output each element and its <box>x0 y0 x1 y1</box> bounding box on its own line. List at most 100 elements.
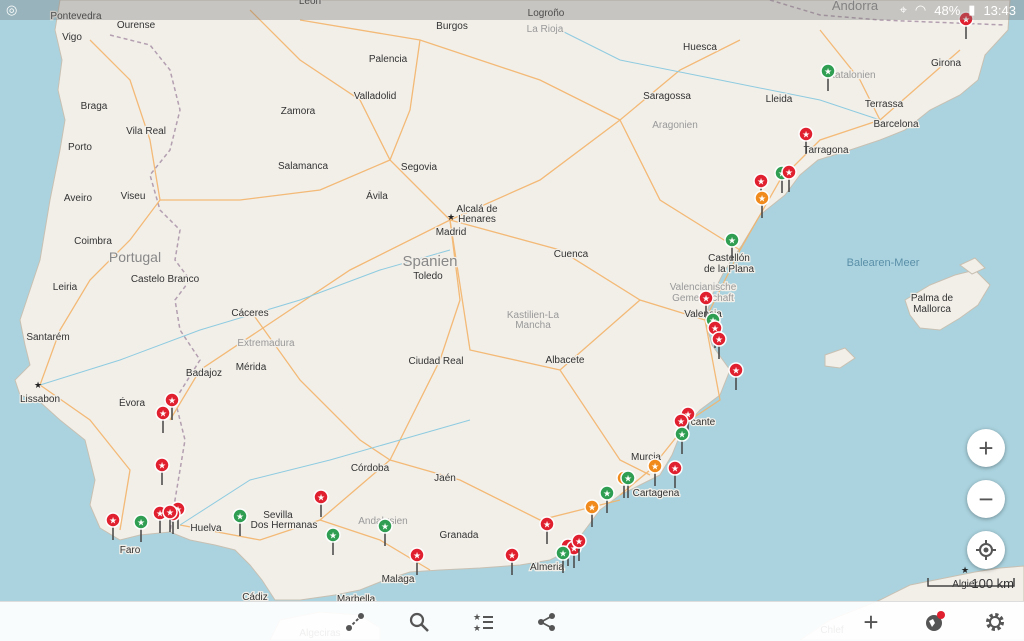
capital-marker-icon: ★ <box>34 380 42 390</box>
cartagena-label: Cartagena <box>633 488 680 499</box>
share-button[interactable] <box>534 609 560 635</box>
discover-button[interactable] <box>922 609 948 635</box>
vigo-label: Vigo <box>62 32 82 43</box>
palencia-label: Palencia <box>369 54 408 65</box>
route-button[interactable] <box>342 609 368 635</box>
braga-label: Braga <box>81 101 108 112</box>
cordoba-label: Córdoba <box>351 463 390 474</box>
star-icon: ★ <box>624 474 632 484</box>
star-icon: ★ <box>508 551 516 561</box>
malaga-label: Malaga <box>382 574 415 585</box>
zoom-out-button[interactable]: − <box>967 480 1005 518</box>
madrid-label: Madrid <box>436 227 467 238</box>
star-icon: ★ <box>166 508 174 518</box>
svg-text:★: ★ <box>473 612 481 622</box>
portugal-label: Portugal <box>109 249 161 265</box>
battery-level: 48% <box>934 2 961 18</box>
battery-icon: ▮ <box>968 2 976 17</box>
settings-icon <box>986 613 1004 631</box>
crosshair-icon <box>976 540 996 560</box>
my-location-button[interactable] <box>967 531 1005 569</box>
castelo-branco-label: Castelo Branco <box>131 274 200 285</box>
star-icon: ★ <box>677 417 685 427</box>
cuenca-label: Cuenca <box>554 249 589 260</box>
almeria-label: Almeria <box>530 562 564 573</box>
zoom-in-button[interactable]: + <box>967 429 1005 467</box>
star-icon: ★ <box>329 531 337 541</box>
star-icon: ★ <box>575 537 583 547</box>
palma2-label: Mallorca <box>913 304 951 315</box>
star-icon: ★ <box>732 366 740 376</box>
burgos-label: Burgos <box>436 21 468 32</box>
castellon1-label: Castellón <box>708 253 750 264</box>
star-icon: ★ <box>109 516 117 526</box>
star-icon: ★ <box>159 409 167 419</box>
sea-label: Balearen-Meer <box>847 257 920 269</box>
ourense-label: Ourense <box>117 20 156 31</box>
segovia-label: Segovia <box>401 162 438 173</box>
star-icon: ★ <box>137 518 145 528</box>
share-icon <box>538 613 555 631</box>
barcelona-label: Barcelona <box>873 119 918 130</box>
ciudad-real-label: Ciudad Real <box>408 356 463 367</box>
kastilien2-label: Mancha <box>515 320 551 331</box>
settings-button[interactable] <box>982 609 1008 635</box>
merida-label: Mérida <box>236 362 267 373</box>
map-view[interactable]: Portugal SpanienAndorraLa RiojaAragonienK… <box>0 0 1024 640</box>
extremadura-label: Extremadura <box>237 338 295 349</box>
star-icon: ★ <box>758 194 766 204</box>
spanien-label: Spanien <box>402 253 457 270</box>
route-icon <box>346 613 364 631</box>
star-icon: ★ <box>413 551 421 561</box>
caceres-label: Cáceres <box>231 308 268 319</box>
star-icon: ★ <box>381 522 389 532</box>
clock: 13:43 <box>983 2 1016 18</box>
wifi-icon: ◠ <box>914 2 927 17</box>
salamanca-label: Salamanca <box>278 161 328 172</box>
castellon2-label: de la Plana <box>704 264 754 275</box>
location-icon: ⌖ <box>899 2 907 17</box>
status-bar: ◎ ⌖ ◠ 48% ▮ 13:43 <box>0 0 1024 20</box>
star-icon: ★ <box>588 503 596 513</box>
add-button[interactable]: + <box>858 606 884 637</box>
viseu-label: Viseu <box>121 191 146 202</box>
bottom-toolbar: ★ ★ + <box>0 601 1024 641</box>
star-icon: ★ <box>702 294 710 304</box>
alicante-label: cante <box>691 417 716 428</box>
add-icon: + <box>863 606 879 637</box>
badajoz-label: Badajoz <box>186 368 222 379</box>
saragossa-label: Saragossa <box>643 91 691 102</box>
star-icon: ★ <box>168 396 176 406</box>
star-icon: ★ <box>158 461 166 471</box>
huelva-label: Huelva <box>190 523 222 534</box>
capital-marker-icon: ★ <box>447 212 455 222</box>
santarem-label: Santarém <box>26 332 69 343</box>
porto-label: Porto <box>68 142 92 153</box>
star-icon: ★ <box>785 168 793 178</box>
albacete-label: Albacete <box>546 355 585 366</box>
star-icon: ★ <box>559 549 567 559</box>
alcala2-label: Henares <box>458 214 496 225</box>
discover-icon <box>926 611 945 631</box>
evora-label: Évora <box>119 396 146 409</box>
zamora-label: Zamora <box>281 106 316 117</box>
star-icon: ★ <box>802 130 810 140</box>
map-scale-label: 100 km <box>971 576 1014 591</box>
tarragona-label: Tarragona <box>803 145 848 156</box>
star-icon: ★ <box>757 177 765 187</box>
granada-label: Granada <box>440 530 479 541</box>
bookmarks-button[interactable]: ★ ★ <box>470 609 496 635</box>
svg-text:★: ★ <box>473 623 481 633</box>
vila-real-label: Vila Real <box>126 126 166 137</box>
search-icon <box>409 612 429 632</box>
zoom-out-icon: − <box>978 483 994 514</box>
star-icon: ★ <box>728 236 736 246</box>
star-icon: ★ <box>317 493 325 503</box>
terrassa-label: Terrassa <box>865 99 904 110</box>
star-icon: ★ <box>671 464 679 474</box>
toledo-label: Toledo <box>413 271 443 282</box>
la-rioja-label: La Rioja <box>527 24 564 35</box>
aveiro-label: Aveiro <box>64 193 93 204</box>
search-button[interactable] <box>406 609 432 635</box>
huesca-label: Huesca <box>683 42 717 53</box>
